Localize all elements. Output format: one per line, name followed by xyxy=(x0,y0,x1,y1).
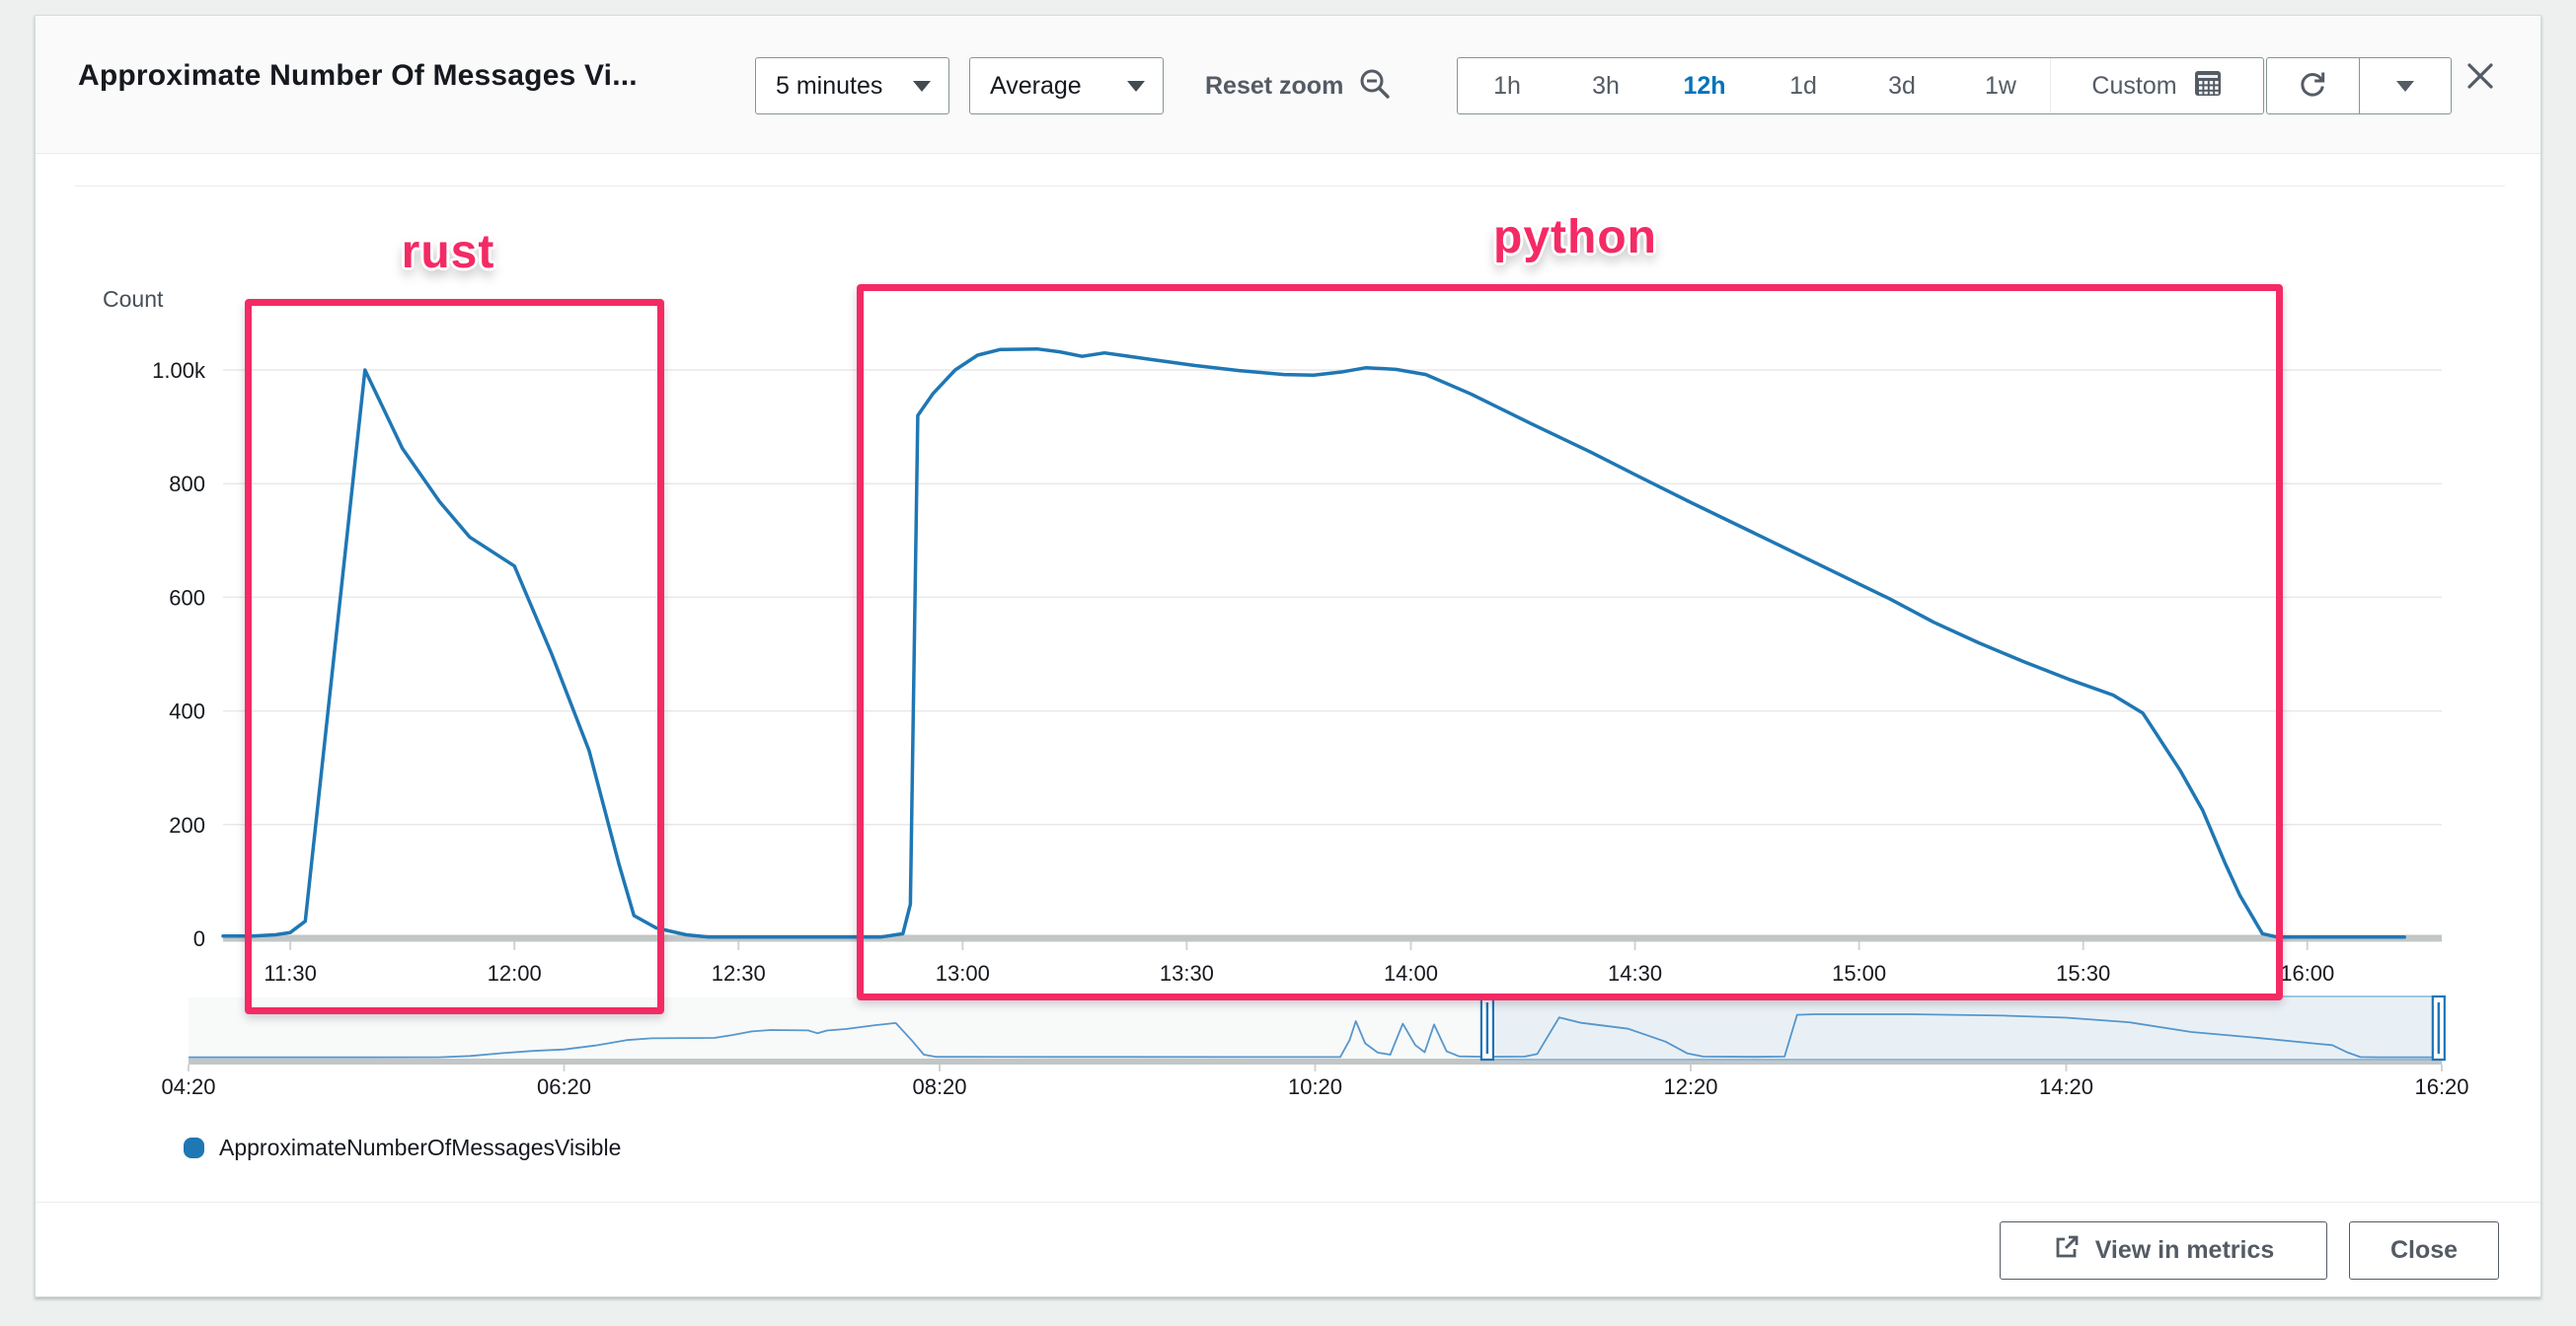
svg-text:14:30: 14:30 xyxy=(1608,961,1662,986)
svg-text:08:20: 08:20 xyxy=(912,1074,966,1099)
close-button-label: Close xyxy=(2390,1236,2458,1265)
footer-divider xyxy=(36,1202,2540,1203)
svg-text:13:30: 13:30 xyxy=(1160,961,1214,986)
svg-text:04:20: 04:20 xyxy=(161,1074,215,1099)
svg-text:10:20: 10:20 xyxy=(1288,1074,1342,1099)
x-axis-labels: 11:30 12:00 12:30 13:00 13:30 14:00 14:30 15:00… xyxy=(264,942,2334,987)
svg-text:400: 400 xyxy=(169,700,205,724)
metric-chart-canvas[interactable]: 1.00k 800 600 400 200 0 Count 11:30 12:00 12:30 13… xyxy=(36,16,2542,1298)
y-gridlines xyxy=(223,370,2442,825)
y-axis-title: Count xyxy=(103,286,164,312)
svg-text:16:20: 16:20 xyxy=(2414,1074,2468,1099)
svg-text:200: 200 xyxy=(169,813,205,838)
svg-text:15:00: 15:00 xyxy=(1832,961,1886,986)
page: { "dialog": { "title": "Approximate Numb… xyxy=(0,0,2576,1326)
series-line xyxy=(223,349,2404,937)
view-in-metrics-label: View in metrics xyxy=(2095,1236,2275,1265)
svg-text:12:20: 12:20 xyxy=(1663,1074,1717,1099)
brush-selection[interactable] xyxy=(1487,996,2439,1060)
brush-handle-right[interactable] xyxy=(2433,996,2445,1060)
minimap-axis-labels: 04:20 06:20 08:20 10:20 12:20 14:20 16:20 xyxy=(161,1065,2468,1099)
svg-text:14:00: 14:00 xyxy=(1384,961,1438,986)
x-axis-baseline xyxy=(223,935,2442,942)
svg-text:06:20: 06:20 xyxy=(537,1074,591,1099)
svg-text:600: 600 xyxy=(169,585,205,610)
svg-text:12:30: 12:30 xyxy=(712,961,766,986)
close-button[interactable]: Close xyxy=(2349,1221,2499,1280)
svg-text:14:20: 14:20 xyxy=(2039,1074,2093,1099)
brush-handle-left[interactable] xyxy=(1481,996,1493,1060)
svg-text:1.00k: 1.00k xyxy=(152,358,206,383)
svg-text:16:00: 16:00 xyxy=(2280,961,2334,986)
legend-series-label: ApproximateNumberOfMessagesVisible xyxy=(219,1135,621,1161)
minimap-brush[interactable] xyxy=(1481,996,2445,1060)
view-in-metrics-button[interactable]: View in metrics xyxy=(2000,1221,2327,1280)
svg-text:15:30: 15:30 xyxy=(2056,961,2110,986)
external-link-icon xyxy=(2053,1233,2081,1268)
svg-text:0: 0 xyxy=(193,926,205,951)
svg-text:13:00: 13:00 xyxy=(936,961,990,986)
chart-legend[interactable]: ApproximateNumberOfMessagesVisible xyxy=(184,1135,621,1161)
y-axis-labels: 1.00k 800 600 400 200 0 xyxy=(152,358,206,951)
svg-text:800: 800 xyxy=(169,472,205,496)
metric-details-dialog: Approximate Number Of Messages Vi... 5 m… xyxy=(35,15,2541,1297)
legend-swatch-icon xyxy=(184,1138,204,1158)
svg-text:11:30: 11:30 xyxy=(264,961,316,986)
svg-text:12:00: 12:00 xyxy=(488,961,542,986)
